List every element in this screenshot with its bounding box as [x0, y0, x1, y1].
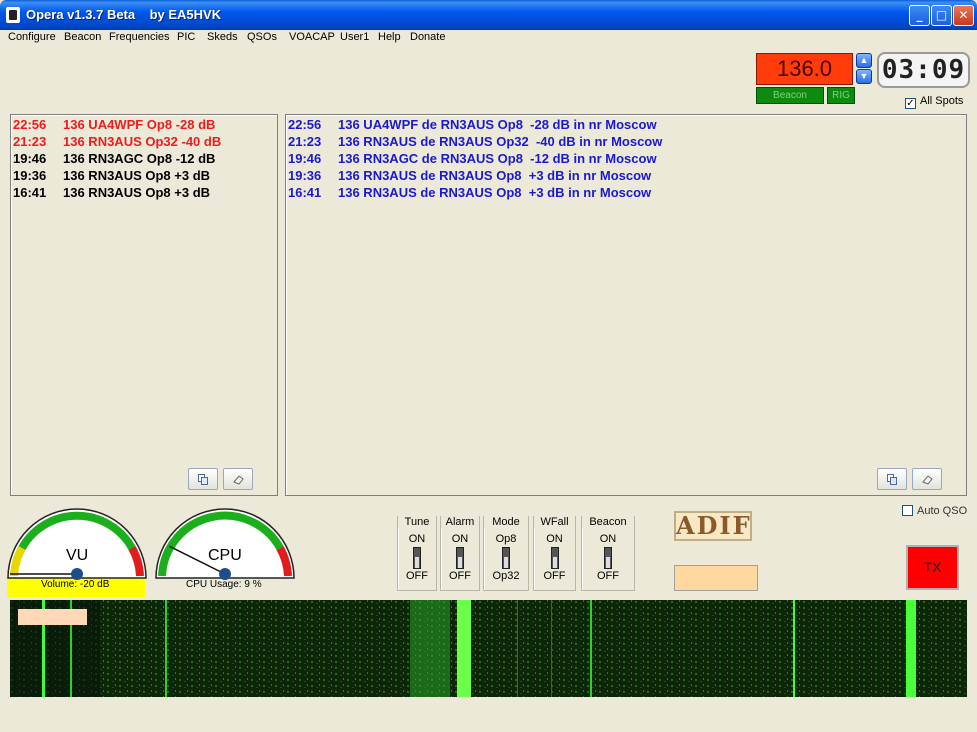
switch-on-label: ON: [599, 533, 617, 545]
frequency-down-button[interactable]: ▼: [856, 69, 872, 84]
list-item[interactable]: 19:36 136 RN3AUS Op8 +3 dB: [13, 168, 210, 183]
vu-gauge: [7, 508, 147, 580]
eraser-icon: [233, 475, 244, 485]
erase-button[interactable]: [912, 468, 942, 490]
signal-trace: [590, 600, 592, 697]
frequency-display[interactable]: 136.0: [756, 53, 853, 85]
utc-clock: 03:09: [877, 52, 970, 88]
list-item[interactable]: 21:23 136 RN3AUS de RN3AUS Op32 -40 dB in…: [288, 134, 662, 149]
app-icon: [6, 7, 20, 23]
toggle-lever-icon[interactable]: [456, 547, 464, 569]
signal-band: [410, 600, 450, 697]
mode-switch[interactable]: Mode Op8 Op32: [483, 516, 529, 591]
toggle-lever-icon[interactable]: [413, 547, 421, 569]
checkbox-icon: [902, 505, 913, 516]
menu-pic[interactable]: PIC: [177, 31, 195, 43]
switch-off-label: OFF: [543, 570, 566, 582]
alarm-switch[interactable]: Alarm ON OFF: [440, 516, 480, 591]
switch-title: Mode: [484, 516, 528, 528]
beacon-indicator[interactable]: Beacon: [756, 87, 824, 104]
switch-on-label: ON: [546, 533, 563, 545]
callsign-field[interactable]: [674, 565, 758, 591]
vu-label: VU: [66, 547, 89, 564]
switch-off-label: OFF: [449, 570, 471, 582]
menu-configure[interactable]: Configure: [8, 31, 56, 43]
adif-button[interactable]: ADIF: [674, 511, 752, 541]
list-item[interactable]: 19:36 136 RN3AUS de RN3AUS Op8 +3 dB in n…: [288, 168, 651, 183]
waterfall-display[interactable]: [10, 600, 967, 697]
erase-button[interactable]: [223, 468, 253, 490]
minimize-button[interactable]: _: [909, 5, 930, 26]
auto-qso-label: Auto QSO: [917, 505, 968, 517]
volume-caption: Volume: -20 dB: [41, 579, 110, 590]
waterfall-label-box: [18, 609, 87, 625]
cpu-usage-caption: CPU Usage: 9 %: [186, 579, 262, 590]
beacon-switch[interactable]: Beacon ON OFF: [581, 516, 635, 591]
all-spots-label: All Spots: [920, 95, 964, 107]
switch-title: WFall: [534, 516, 575, 528]
signal-trace: [457, 600, 471, 697]
eraser-icon: [922, 475, 933, 485]
signal-trace: [906, 600, 916, 697]
copy-icon: [198, 474, 208, 485]
switch-off-label: OFF: [406, 570, 428, 582]
marker-line: [517, 600, 518, 697]
cpu-gauge: [155, 508, 295, 580]
close-button[interactable]: ✕: [953, 5, 974, 26]
signal-trace: [793, 600, 795, 697]
spots-panel[interactable]: 22:56 136 UA4WPF de RN3AUS Op8 -28 dB in …: [285, 114, 967, 496]
switch-title: Tune: [398, 516, 436, 528]
switch-off-label: OFF: [597, 570, 619, 582]
menu-qsos[interactable]: QSOs: [247, 31, 277, 43]
list-item[interactable]: 16:41 136 RN3AUS Op8 +3 dB: [13, 185, 210, 200]
marker-line: [551, 600, 552, 697]
copy-button[interactable]: [188, 468, 218, 490]
list-item[interactable]: 22:56 136 UA4WPF Op8 -28 dB: [13, 117, 215, 132]
menu-bar: Configure Beacon Frequencies PIC Skeds Q…: [0, 30, 977, 46]
tx-button[interactable]: TX: [906, 545, 959, 590]
title-bar: Opera v1.3.7 Beta by EA5HVK _ □ ✕: [0, 0, 977, 30]
local-decode-panel[interactable]: 22:56 136 UA4WPF Op8 -28 dB 21:23 136 RN3A…: [10, 114, 278, 496]
checkbox-checked-icon: ✓: [905, 98, 916, 109]
waterfall-background: [10, 600, 967, 697]
list-item[interactable]: 22:56 136 UA4WPF de RN3AUS Op8 -28 dB in …: [288, 117, 657, 132]
list-item[interactable]: 19:46 136 RN3AGC de RN3AUS Op8 -12 dB in …: [288, 151, 657, 166]
menu-help[interactable]: Help: [378, 31, 401, 43]
auto-qso-checkbox[interactable]: Auto QSO: [902, 505, 967, 517]
list-item[interactable]: 21:23 136 RN3AUS Op32 -40 dB: [13, 134, 221, 149]
menu-voacap[interactable]: VOACAP: [289, 31, 335, 43]
toggle-lever-icon[interactable]: [550, 547, 559, 569]
maximize-button[interactable]: □: [931, 5, 952, 26]
tune-switch[interactable]: Tune ON OFF: [397, 516, 437, 591]
switch-title: Beacon: [582, 516, 634, 528]
toggle-lever-icon[interactable]: [502, 547, 510, 569]
rig-indicator[interactable]: RIG: [827, 87, 855, 104]
list-item[interactable]: 16:41 136 RN3AUS de RN3AUS Op8 +3 dB in n…: [288, 185, 651, 200]
all-spots-checkbox[interactable]: ✓ All Spots: [905, 95, 963, 109]
switch-on-label: ON: [408, 533, 426, 545]
cpu-label: CPU: [208, 547, 242, 564]
window-title: Opera v1.3.7 Beta by EA5HVK: [26, 7, 222, 22]
menu-user1[interactable]: User1: [340, 31, 369, 43]
switch-off-label: Op32: [492, 570, 520, 582]
signal-trace: [165, 600, 167, 697]
waterfall-switch[interactable]: WFall ON OFF: [533, 516, 576, 591]
list-item[interactable]: 19:46 136 RN3AGC Op8 -12 dB: [13, 151, 215, 166]
switch-on-label: ON: [451, 533, 469, 545]
copy-button[interactable]: [877, 468, 907, 490]
switch-title: Alarm: [441, 516, 479, 528]
copy-icon: [887, 474, 897, 485]
toggle-lever-icon[interactable]: [604, 547, 612, 569]
switch-on-label: Op8: [495, 533, 517, 545]
frequency-up-button[interactable]: ▲: [856, 53, 872, 68]
menu-beacon[interactable]: Beacon: [64, 31, 101, 43]
menu-skeds[interactable]: Skeds: [207, 31, 238, 43]
menu-donate[interactable]: Donate: [410, 31, 445, 43]
menu-frequencies[interactable]: Frequencies: [109, 31, 170, 43]
